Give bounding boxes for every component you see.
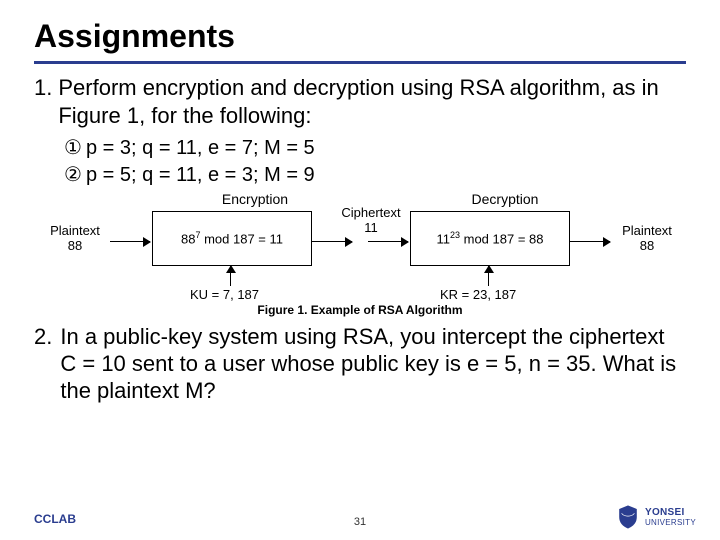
q1-number: 1.: [34, 74, 52, 129]
decryption-heading: Decryption: [440, 191, 570, 207]
encryption-heading: Encryption: [190, 191, 320, 207]
page-title: Assignments: [34, 18, 686, 55]
footer: CCLAB 31 YONSEI UNIVERSITY: [0, 504, 720, 534]
private-key-label: KR = 23, 187: [440, 287, 516, 302]
q1-sub-list: ① p = 3; q = 11, e = 7; M = 5 ② p = 5; q…: [64, 135, 686, 189]
slide: Assignments 1. Perform encryption and de…: [0, 0, 720, 540]
uni-line2: UNIVERSITY: [645, 518, 696, 527]
ciphertext-label: Ciphertext: [336, 205, 406, 220]
q2-number: 2.: [34, 323, 52, 404]
question-1: 1. Perform encryption and decryption usi…: [34, 74, 686, 129]
q1-sub-item: ① p = 3; q = 11, e = 7; M = 5: [64, 135, 686, 162]
title-rule: [34, 61, 686, 64]
sub-marker: ①: [64, 135, 86, 162]
arrow-icon: [312, 241, 352, 242]
sub-text: p = 3; q = 11, e = 7; M = 5: [86, 135, 315, 162]
encryption-box: 887 mod 187 = 11: [152, 211, 312, 266]
arrow-icon: [110, 241, 150, 242]
q2-text: In a public-key system using RSA, you in…: [60, 323, 686, 404]
sub-text: p = 5; q = 11, e = 3; M = 9: [86, 162, 315, 189]
plaintext-in: Plaintext 88: [40, 223, 110, 253]
plaintext-out-value: 88: [612, 238, 682, 253]
page-number: 31: [354, 516, 366, 528]
enc-expr: 887 mod 187 = 11: [181, 230, 283, 246]
ciphertext: Ciphertext 11: [336, 205, 406, 235]
uni-line1: YONSEI: [645, 507, 696, 518]
figure-caption: Figure 1. Example of RSA Algorithm: [40, 303, 680, 317]
arrow-icon: [570, 241, 610, 242]
decryption-box: 1123 mod 187 = 88: [410, 211, 570, 266]
ciphertext-value: 11: [336, 220, 406, 235]
figure-1: Encryption Decryption Plaintext 88 887 m…: [40, 191, 680, 321]
university-text: YONSEI UNIVERSITY: [645, 507, 696, 527]
plaintext-in-label: Plaintext: [40, 223, 110, 238]
arrow-icon: [368, 241, 408, 242]
question-2: 2. In a public-key system using RSA, you…: [34, 323, 686, 404]
dec-expr: 1123 mod 187 = 88: [437, 230, 544, 246]
plaintext-out-label: Plaintext: [612, 223, 682, 238]
sub-marker: ②: [64, 162, 86, 189]
q1-sub-item: ② p = 5; q = 11, e = 3; M = 9: [64, 162, 686, 189]
plaintext-in-value: 88: [40, 238, 110, 253]
plaintext-out: Plaintext 88: [612, 223, 682, 253]
lab-brand: CCLAB: [34, 512, 76, 526]
q1-text: Perform encryption and decryption using …: [58, 74, 686, 129]
public-key-label: KU = 7, 187: [190, 287, 259, 302]
shield-icon: [617, 504, 639, 530]
university-logo: YONSEI UNIVERSITY: [617, 504, 696, 530]
arrow-up-icon: [488, 266, 489, 286]
arrow-up-icon: [230, 266, 231, 286]
